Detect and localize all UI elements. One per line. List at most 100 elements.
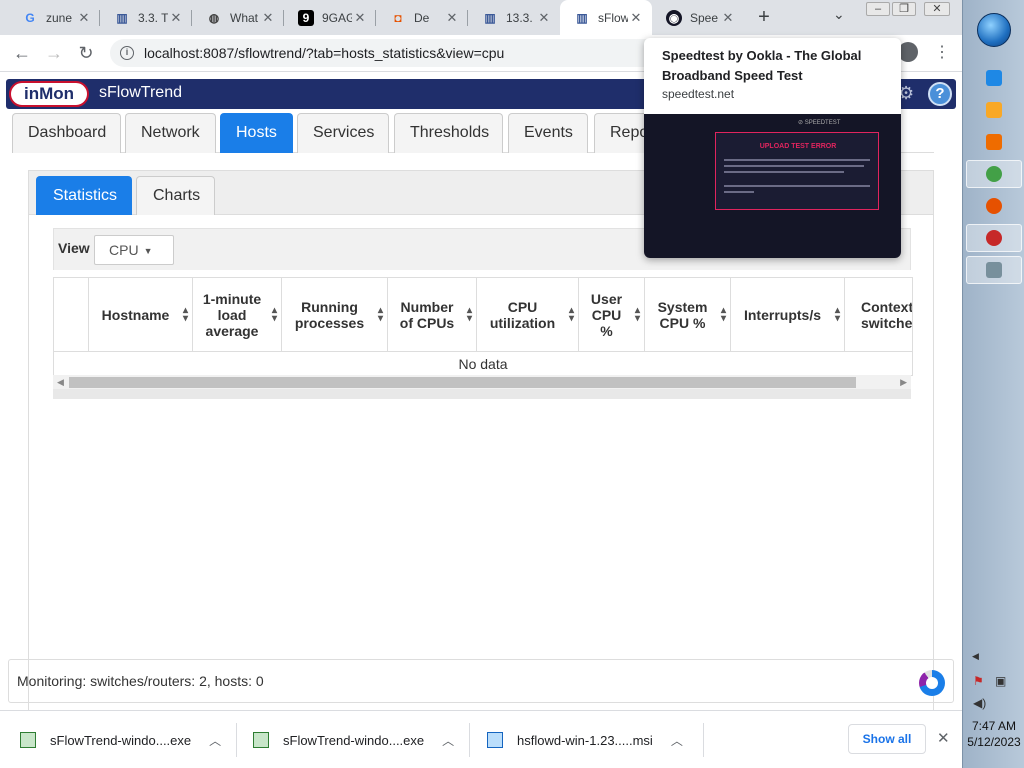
close-tab-icon[interactable]: ✕ bbox=[444, 10, 460, 26]
system-clock[interactable]: 7:47 AM 5/12/2023 bbox=[963, 718, 1024, 750]
speedtest-icon: ◉ bbox=[666, 9, 682, 26]
chevron-up-icon[interactable]: ︿ bbox=[442, 732, 454, 749]
close-tab-icon[interactable]: ✕ bbox=[352, 10, 368, 26]
close-tab-icon[interactable]: ✕ bbox=[628, 10, 644, 26]
tab-search-icon[interactable]: ⌄ bbox=[833, 6, 845, 23]
tab-thresholds[interactable]: Thresholds bbox=[394, 113, 503, 153]
site-info-icon[interactable]: i bbox=[120, 46, 134, 60]
browser-tab[interactable]: 9 9GAG ✕ bbox=[284, 0, 376, 35]
column-header-label: CPU utilization bbox=[489, 298, 556, 331]
close-shelf-icon[interactable]: ✕ bbox=[937, 729, 950, 747]
download-filename: sFlowTrend-windo....exe bbox=[50, 732, 192, 748]
tab-events[interactable]: Events bbox=[508, 113, 588, 153]
folder-icon[interactable] bbox=[966, 96, 1022, 124]
action-center-icon[interactable]: ⚑ bbox=[973, 674, 984, 688]
new-tab-button[interactable]: + bbox=[752, 5, 776, 29]
close-tab-icon[interactable]: ✕ bbox=[720, 10, 736, 26]
sort-icon: ▴ ▾ bbox=[271, 305, 277, 324]
view-dropdown-value: CPU bbox=[109, 242, 139, 258]
download-item[interactable]: sFlowTrend-windo....exe ︿ bbox=[253, 711, 454, 768]
browser-tab-title: Spee bbox=[690, 10, 719, 25]
network-app-icon[interactable] bbox=[966, 256, 1022, 284]
column-header-label: 1-minute load average bbox=[202, 290, 262, 339]
ie-icon[interactable] bbox=[966, 64, 1022, 92]
download-filename: hsflowd-win-1.23.....msi bbox=[517, 732, 653, 748]
download-item[interactable]: sFlowTrend-windo....exe ︿ bbox=[20, 711, 221, 768]
firefox-icon[interactable] bbox=[966, 192, 1022, 220]
column-header-cpu-utilization[interactable]: CPU utilization ▴ ▾ bbox=[476, 277, 579, 352]
scroll-right-icon[interactable]: ▶ bbox=[900, 375, 907, 389]
view-dropdown[interactable]: CPU ▼ bbox=[94, 235, 174, 265]
tab-hosts[interactable]: Hosts bbox=[220, 113, 293, 153]
show-all-downloads-button[interactable]: Show all bbox=[848, 724, 926, 754]
close-tab-icon[interactable]: ✕ bbox=[168, 10, 184, 26]
browser-tab[interactable]: ▥ 3.3. T ✕ bbox=[100, 0, 192, 35]
browser-tab-title: sFlow bbox=[598, 10, 628, 25]
preview-brand: ⊘ SPEEDTEST bbox=[798, 120, 841, 126]
download-item[interactable]: hsflowd-win-1.23.....msi ︿ bbox=[487, 711, 683, 768]
opera-icon[interactable] bbox=[966, 224, 1022, 252]
sort-icon: ▴ ▾ bbox=[466, 305, 472, 324]
chevron-up-icon[interactable]: ︿ bbox=[209, 732, 221, 749]
reload-icon[interactable]: ↻ bbox=[74, 41, 98, 65]
back-icon[interactable]: ← bbox=[10, 41, 34, 65]
column-header-label: Interrupts/s bbox=[743, 306, 821, 323]
view-label: View bbox=[58, 240, 90, 256]
preview-error-title: UPLOAD TEST ERROR bbox=[759, 143, 837, 150]
browser-tab-title: What bbox=[230, 10, 259, 25]
preview-text-line bbox=[724, 185, 870, 187]
tab-statistics[interactable]: Statistics bbox=[36, 176, 132, 215]
chevron-up-icon[interactable]: ︿ bbox=[671, 732, 683, 749]
tray-expand-icon[interactable]: ◀ bbox=[972, 651, 979, 662]
empty-message: No data bbox=[53, 351, 913, 376]
maximize-icon[interactable]: ❐ bbox=[892, 2, 916, 16]
chrome-icon[interactable] bbox=[966, 160, 1022, 188]
tab-network[interactable]: Network bbox=[125, 113, 216, 153]
inmon-logo: inMon bbox=[9, 81, 89, 107]
hover-card-title: Speedtest by Ookla - The Global Broadban… bbox=[662, 48, 862, 83]
hover-card-preview: ⊘ SPEEDTEST UPLOAD TEST ERROR bbox=[644, 114, 901, 258]
scroll-left-icon[interactable]: ◀ bbox=[57, 375, 64, 389]
volume-icon[interactable]: ◀) bbox=[973, 696, 986, 710]
hosts-table-container: Hostname ▴ ▾ 1-minute load average ▴ ▾ Runni… bbox=[53, 277, 913, 399]
media-player-icon[interactable] bbox=[966, 128, 1022, 156]
column-header-system-cpu[interactable]: System CPU % ▴ ▾ bbox=[644, 277, 731, 352]
column-header-context-switches[interactable]: Context switches bbox=[844, 277, 913, 352]
forward-icon[interactable]: → bbox=[42, 41, 66, 65]
table-row: No data bbox=[53, 351, 913, 376]
tab-dashboard[interactable]: Dashboard bbox=[12, 113, 121, 153]
browser-tab[interactable]: ◉ Spee ✕ bbox=[652, 0, 744, 35]
preview-text-line bbox=[724, 171, 844, 173]
9gag-icon: 9 bbox=[298, 9, 314, 26]
browser-tab[interactable]: ◘ De ✕ bbox=[376, 0, 468, 35]
close-tab-icon[interactable]: ✕ bbox=[536, 10, 552, 26]
close-window-icon[interactable]: ✕ bbox=[924, 2, 950, 16]
minimize-icon[interactable]: – bbox=[866, 2, 890, 16]
browser-menu-icon[interactable]: ⋮ bbox=[934, 42, 950, 62]
help-icon[interactable]: ? bbox=[928, 82, 952, 106]
column-header-cpu-count[interactable]: Number of CPUs ▴ ▾ bbox=[387, 277, 477, 352]
tab-hover-card: Speedtest by Ookla - The Global Broadban… bbox=[644, 38, 901, 258]
column-header-load-average[interactable]: 1-minute load average ▴ ▾ bbox=[192, 277, 282, 352]
browser-tab-title: 9GAG bbox=[322, 10, 352, 25]
column-header-hostname[interactable]: Hostname ▴ ▾ bbox=[88, 277, 193, 352]
column-header-user-cpu[interactable]: User CPU % ▴ ▾ bbox=[578, 277, 645, 352]
column-header-select[interactable] bbox=[53, 277, 89, 352]
scrollbar-thumb[interactable] bbox=[69, 377, 856, 388]
tab-services[interactable]: Services bbox=[297, 113, 389, 153]
close-tab-icon[interactable]: ✕ bbox=[260, 10, 276, 26]
network-tray-icon[interactable]: ▣ bbox=[995, 674, 1006, 688]
close-tab-icon[interactable]: ✕ bbox=[76, 10, 92, 26]
profile-icon[interactable] bbox=[898, 42, 918, 62]
browser-tab[interactable]: G zune ✕ bbox=[8, 0, 100, 35]
column-header-running-processes[interactable]: Running processes ▴ ▾ bbox=[281, 277, 388, 352]
preview-text-line bbox=[724, 159, 870, 161]
column-header-interrupts[interactable]: Interrupts/s ▴ ▾ bbox=[730, 277, 845, 352]
tab-charts[interactable]: Charts bbox=[136, 176, 215, 215]
column-header-label: Context switches bbox=[861, 298, 913, 331]
browser-tab[interactable]: ◍ What ✕ bbox=[192, 0, 284, 35]
horizontal-scrollbar[interactable]: ◀ ▶ bbox=[53, 375, 911, 389]
start-button[interactable] bbox=[977, 13, 1011, 47]
browser-tab[interactable]: ▥ 13.3. ✕ bbox=[468, 0, 560, 35]
browser-tab-active[interactable]: ▥ sFlow ✕ bbox=[560, 0, 652, 35]
